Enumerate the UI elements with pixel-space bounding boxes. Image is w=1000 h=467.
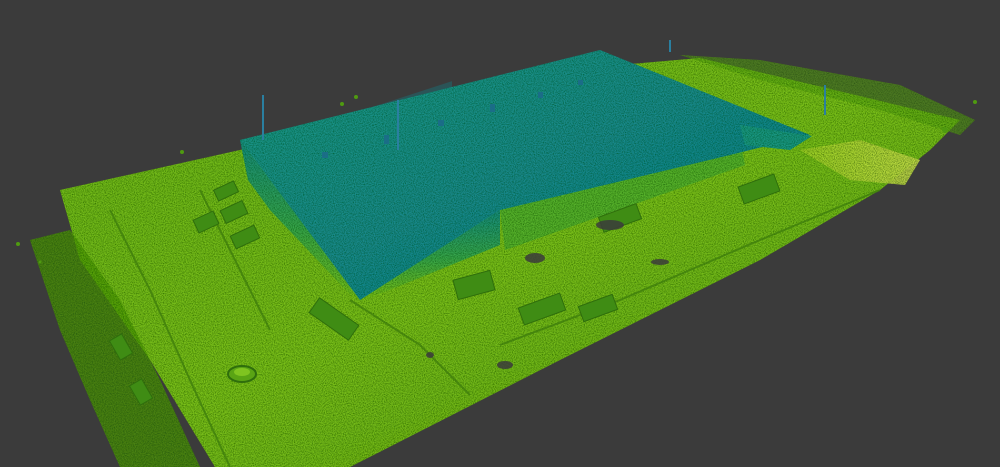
point-cloud-viewport[interactable]	[0, 0, 1000, 467]
point-cloud-scene[interactable]	[0, 0, 1000, 467]
storage-tank	[227, 365, 257, 383]
